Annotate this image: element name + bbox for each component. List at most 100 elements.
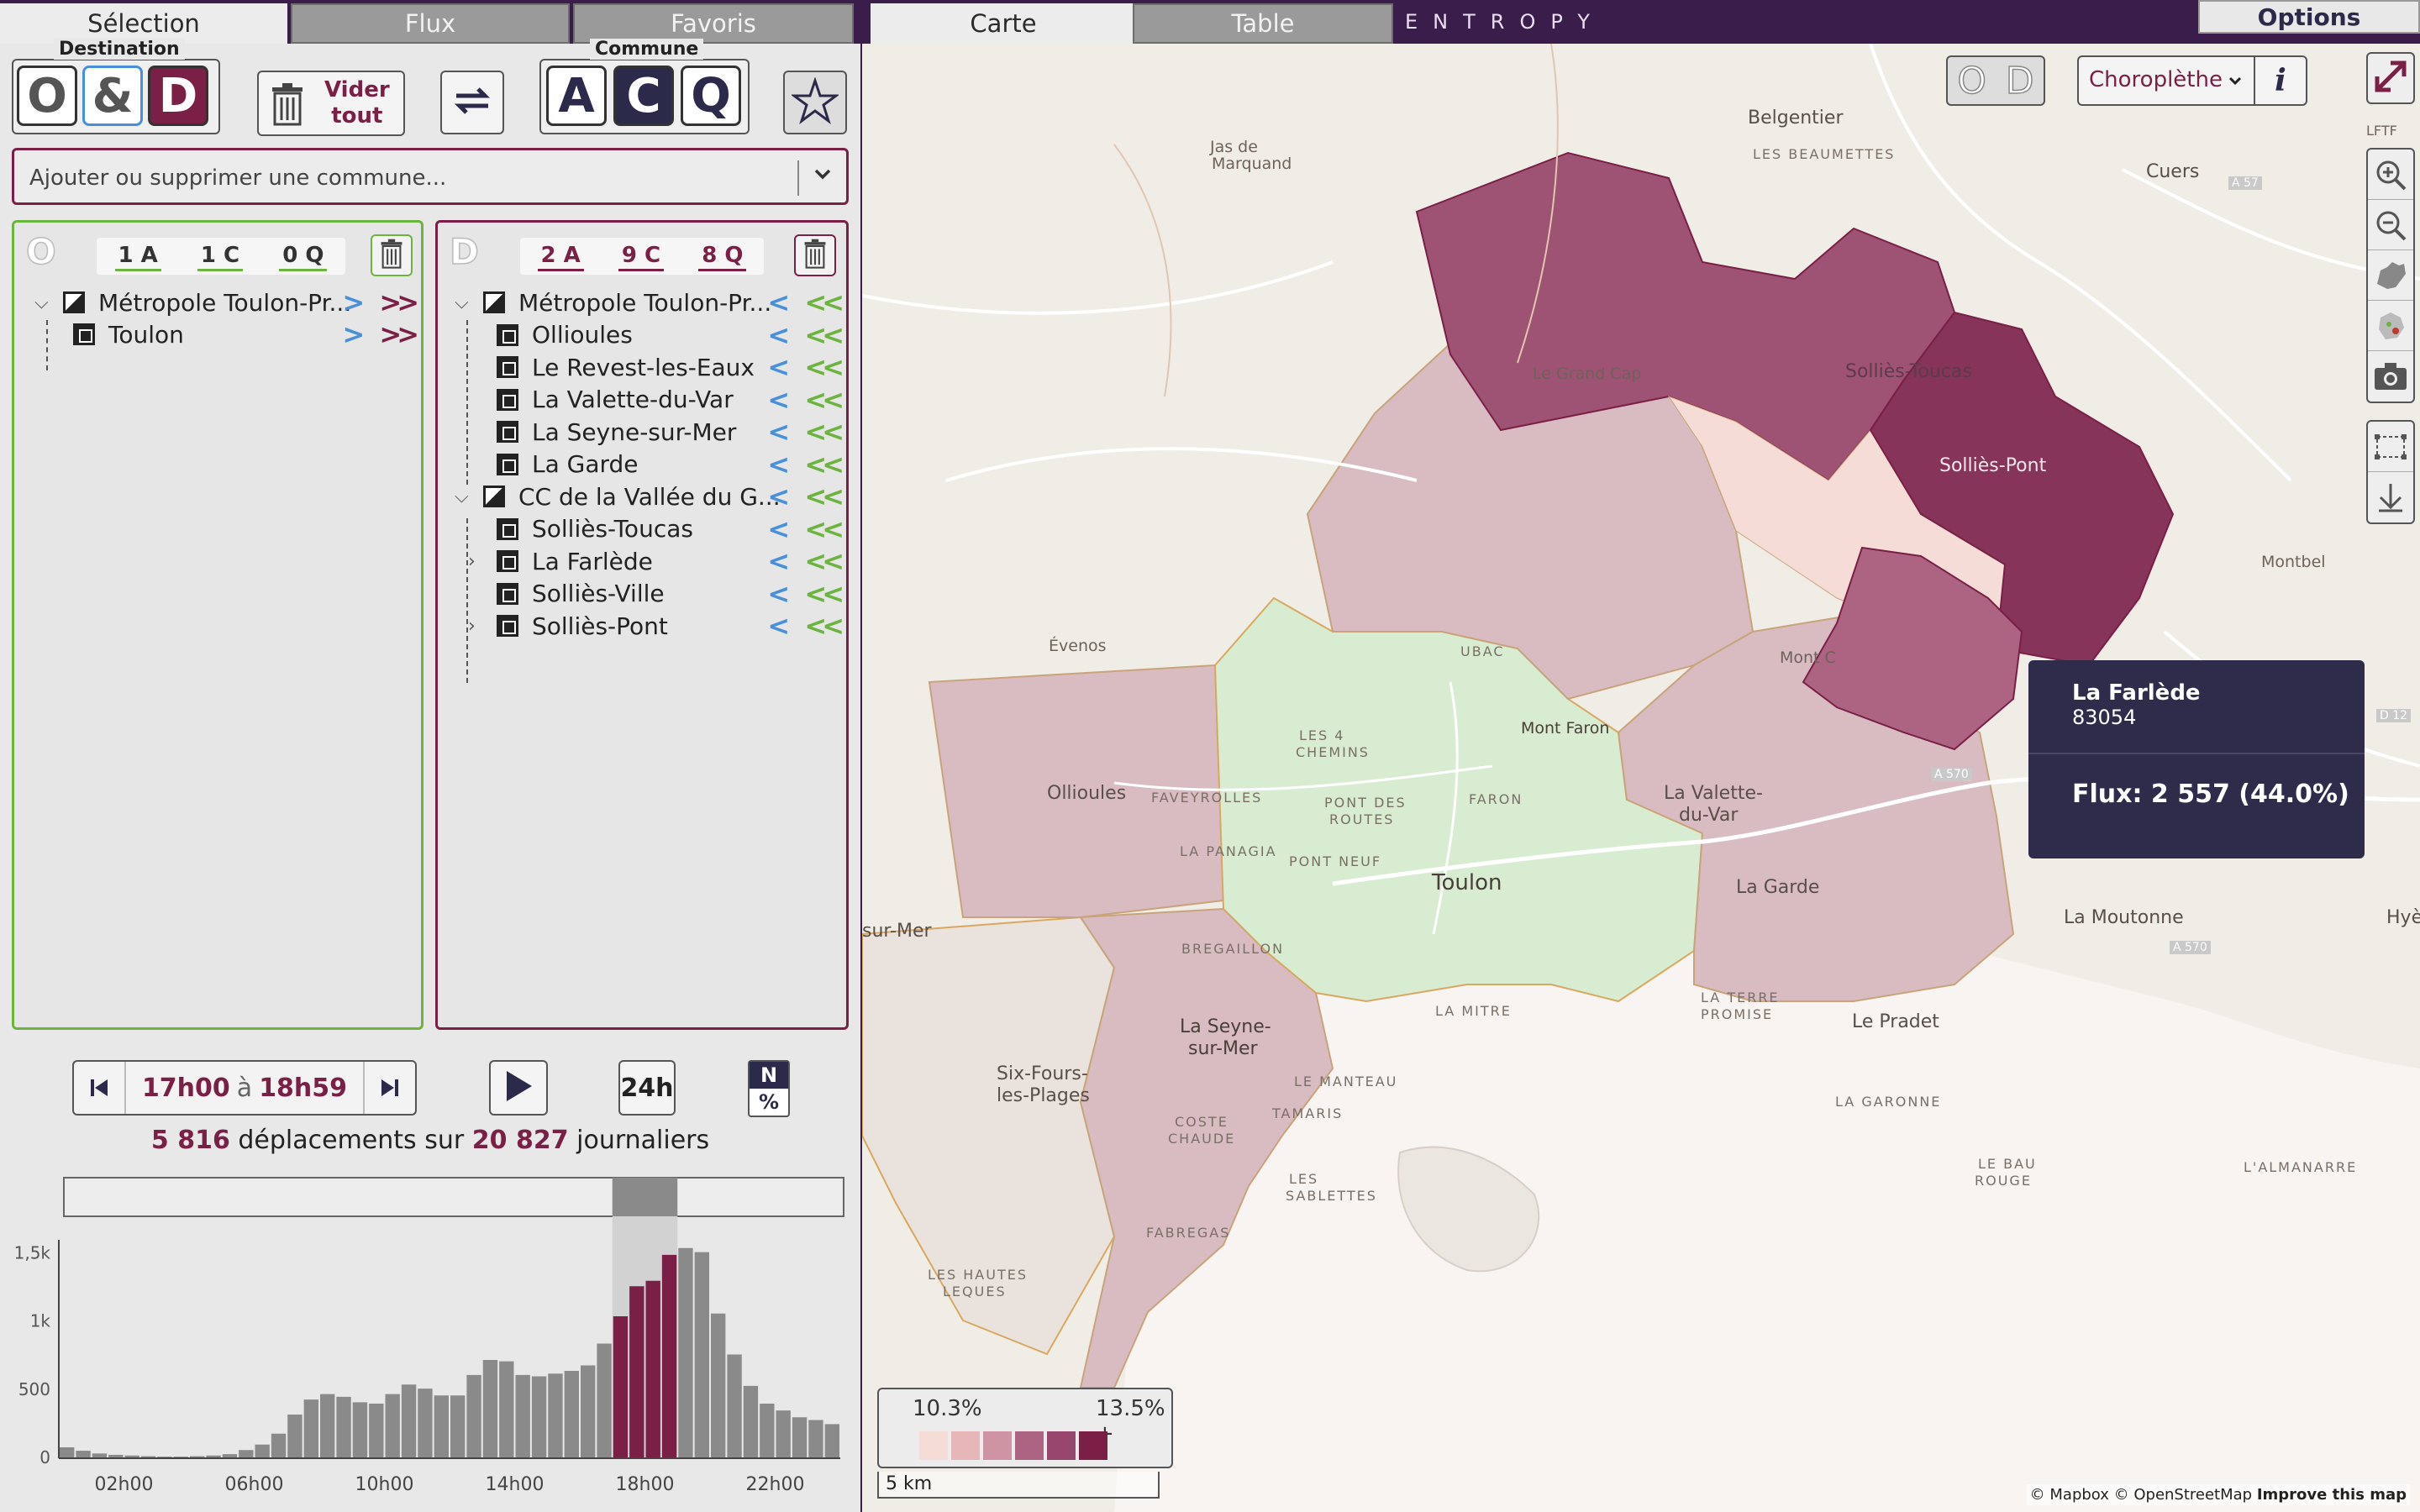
tree-item[interactable]: La Seyne-sur-Mer < << bbox=[468, 416, 846, 448]
chevron-down-icon[interactable] bbox=[2227, 72, 2244, 92]
histogram-bar[interactable] bbox=[613, 1316, 629, 1458]
histogram-bar[interactable] bbox=[760, 1404, 775, 1458]
percent-mode[interactable]: % bbox=[750, 1089, 788, 1116]
tree-item[interactable]: › Solliès-Pont < << bbox=[468, 610, 846, 642]
tab-favoris[interactable]: Favoris bbox=[573, 3, 854, 44]
tree-item[interactable]: Ollioules < << bbox=[468, 319, 846, 351]
move-actions[interactable]: > >> bbox=[342, 318, 419, 350]
play-button[interactable] bbox=[489, 1060, 548, 1116]
move-actions[interactable]: < << bbox=[767, 416, 844, 448]
histogram-bar[interactable] bbox=[336, 1396, 351, 1458]
checkbox-checked[interactable] bbox=[497, 388, 518, 411]
histogram-bar[interactable] bbox=[581, 1365, 596, 1459]
checkbox-checked[interactable] bbox=[73, 323, 95, 345]
move-actions[interactable]: < << bbox=[767, 286, 844, 318]
histogram-bar[interactable] bbox=[303, 1399, 318, 1458]
histogram-bar[interactable] bbox=[450, 1395, 466, 1458]
chevron-down-icon[interactable] bbox=[811, 162, 834, 192]
histogram-bar[interactable] bbox=[531, 1376, 547, 1459]
histogram-bar[interactable] bbox=[369, 1404, 384, 1458]
info-button[interactable]: i bbox=[2254, 57, 2306, 104]
tree-item[interactable]: Toulon > >> bbox=[73, 318, 421, 350]
map-canvas[interactable]: Belgentier LES BEAUMETTES Cuers A 57 Jas… bbox=[862, 44, 2420, 1512]
histogram-bar[interactable] bbox=[743, 1385, 759, 1458]
camera-icon[interactable] bbox=[2368, 351, 2413, 402]
histogram-bar[interactable] bbox=[76, 1451, 91, 1458]
checkbox-half[interactable] bbox=[483, 486, 505, 507]
move-actions[interactable]: < << bbox=[767, 480, 844, 512]
tree-item[interactable]: › La Farlède < << bbox=[468, 545, 846, 577]
tab-carte[interactable]: Carte bbox=[871, 3, 1136, 44]
count-mode[interactable]: N bbox=[750, 1062, 788, 1089]
time-brush[interactable] bbox=[63, 1177, 844, 1217]
origin-clear-button[interactable] bbox=[371, 234, 413, 276]
checkbox-checked[interactable] bbox=[497, 550, 518, 572]
tree-item[interactable]: La Garde < << bbox=[468, 449, 846, 480]
chevron-down-icon[interactable]: ⌵ bbox=[455, 292, 473, 313]
move-actions[interactable]: < << bbox=[767, 545, 844, 577]
checkbox-half[interactable] bbox=[63, 291, 85, 313]
tree-item[interactable]: Solliès-Ville < << bbox=[468, 578, 846, 610]
checkbox-checked[interactable] bbox=[497, 615, 518, 637]
tree-item[interactable]: La Valette-du-Var < << bbox=[468, 384, 846, 416]
histogram-bar[interactable] bbox=[287, 1415, 302, 1458]
improve-map-link[interactable]: Improve this map bbox=[2257, 1486, 2407, 1504]
checkbox-half[interactable] bbox=[483, 291, 505, 313]
tree-item[interactable]: Le Revest-les-Eaux < << bbox=[468, 351, 846, 383]
clear-all-button[interactable]: Vider tout bbox=[257, 71, 405, 136]
tree-item[interactable]: ⌵ CC de la Vallée du G... < << bbox=[455, 480, 846, 512]
download-icon[interactable] bbox=[2368, 472, 2413, 522]
favorite-button[interactable] bbox=[783, 71, 847, 134]
level-c-button[interactable]: C bbox=[613, 66, 674, 126]
time-brush-selection[interactable] bbox=[612, 1178, 678, 1216]
origin-button[interactable]: O bbox=[17, 66, 77, 126]
destination-button[interactable]: D bbox=[148, 66, 208, 126]
map-destination-toggle[interactable]: D bbox=[2005, 59, 2034, 103]
histogram-bar[interactable] bbox=[466, 1374, 481, 1458]
checkbox-checked[interactable] bbox=[497, 421, 518, 443]
checkbox-checked[interactable] bbox=[497, 453, 518, 475]
histogram-bar[interactable] bbox=[727, 1354, 742, 1459]
histogram-bar[interactable] bbox=[352, 1402, 368, 1458]
skip-back-icon[interactable] bbox=[74, 1062, 124, 1114]
histogram-bar[interactable] bbox=[60, 1447, 75, 1458]
move-actions[interactable]: < << bbox=[767, 319, 844, 351]
checkbox-checked[interactable] bbox=[497, 323, 518, 346]
map-od-toggle[interactable]: O D bbox=[1946, 55, 2045, 106]
map-mode-select[interactable]: Choroplèthe i bbox=[2077, 55, 2307, 106]
histogram-bar[interactable] bbox=[418, 1389, 433, 1458]
both-button[interactable]: & bbox=[82, 66, 143, 126]
histogram-bar[interactable] bbox=[645, 1280, 660, 1458]
dest-clear-button[interactable] bbox=[794, 234, 836, 276]
histogram-bar[interactable] bbox=[678, 1247, 693, 1458]
level-a-button[interactable]: A bbox=[546, 66, 607, 126]
histogram-bar[interactable] bbox=[385, 1394, 400, 1458]
histogram-bar[interactable] bbox=[776, 1410, 791, 1458]
tree-item[interactable]: ⌵ Métropole Toulon-Pr... > >> bbox=[34, 286, 421, 318]
zoom-in-icon[interactable] bbox=[2368, 150, 2413, 200]
europe-map-icon[interactable] bbox=[2368, 250, 2413, 301]
histogram-bar[interactable] bbox=[661, 1254, 677, 1458]
histogram-bar[interactable] bbox=[694, 1252, 709, 1458]
histogram-bar[interactable] bbox=[499, 1361, 514, 1458]
histogram-bar[interactable] bbox=[548, 1373, 563, 1458]
commune-search[interactable]: Ajouter ou supprimer une commune... bbox=[12, 148, 849, 205]
chevron-down-icon[interactable]: ⌵ bbox=[34, 292, 53, 313]
france-map-icon[interactable] bbox=[2368, 301, 2413, 351]
histogram-bar[interactable] bbox=[255, 1444, 270, 1458]
move-actions[interactable]: < << bbox=[767, 449, 844, 480]
histogram-bar[interactable] bbox=[482, 1360, 498, 1458]
histogram-bar[interactable] bbox=[401, 1384, 417, 1458]
period-24h-button[interactable]: 24h bbox=[618, 1060, 676, 1116]
histogram-bar[interactable] bbox=[515, 1374, 530, 1458]
tab-flux[interactable]: Flux bbox=[291, 3, 570, 44]
histogram-bar[interactable] bbox=[271, 1433, 287, 1458]
histogram-bar[interactable] bbox=[239, 1450, 254, 1458]
move-actions[interactable]: < << bbox=[767, 351, 844, 383]
histogram-bar[interactable] bbox=[320, 1394, 335, 1458]
histogram-bar[interactable] bbox=[824, 1424, 839, 1458]
checkbox-checked[interactable] bbox=[497, 356, 518, 378]
histogram-bar[interactable] bbox=[564, 1371, 579, 1458]
tab-table[interactable]: Table bbox=[1133, 3, 1393, 44]
swap-button[interactable] bbox=[440, 71, 504, 134]
